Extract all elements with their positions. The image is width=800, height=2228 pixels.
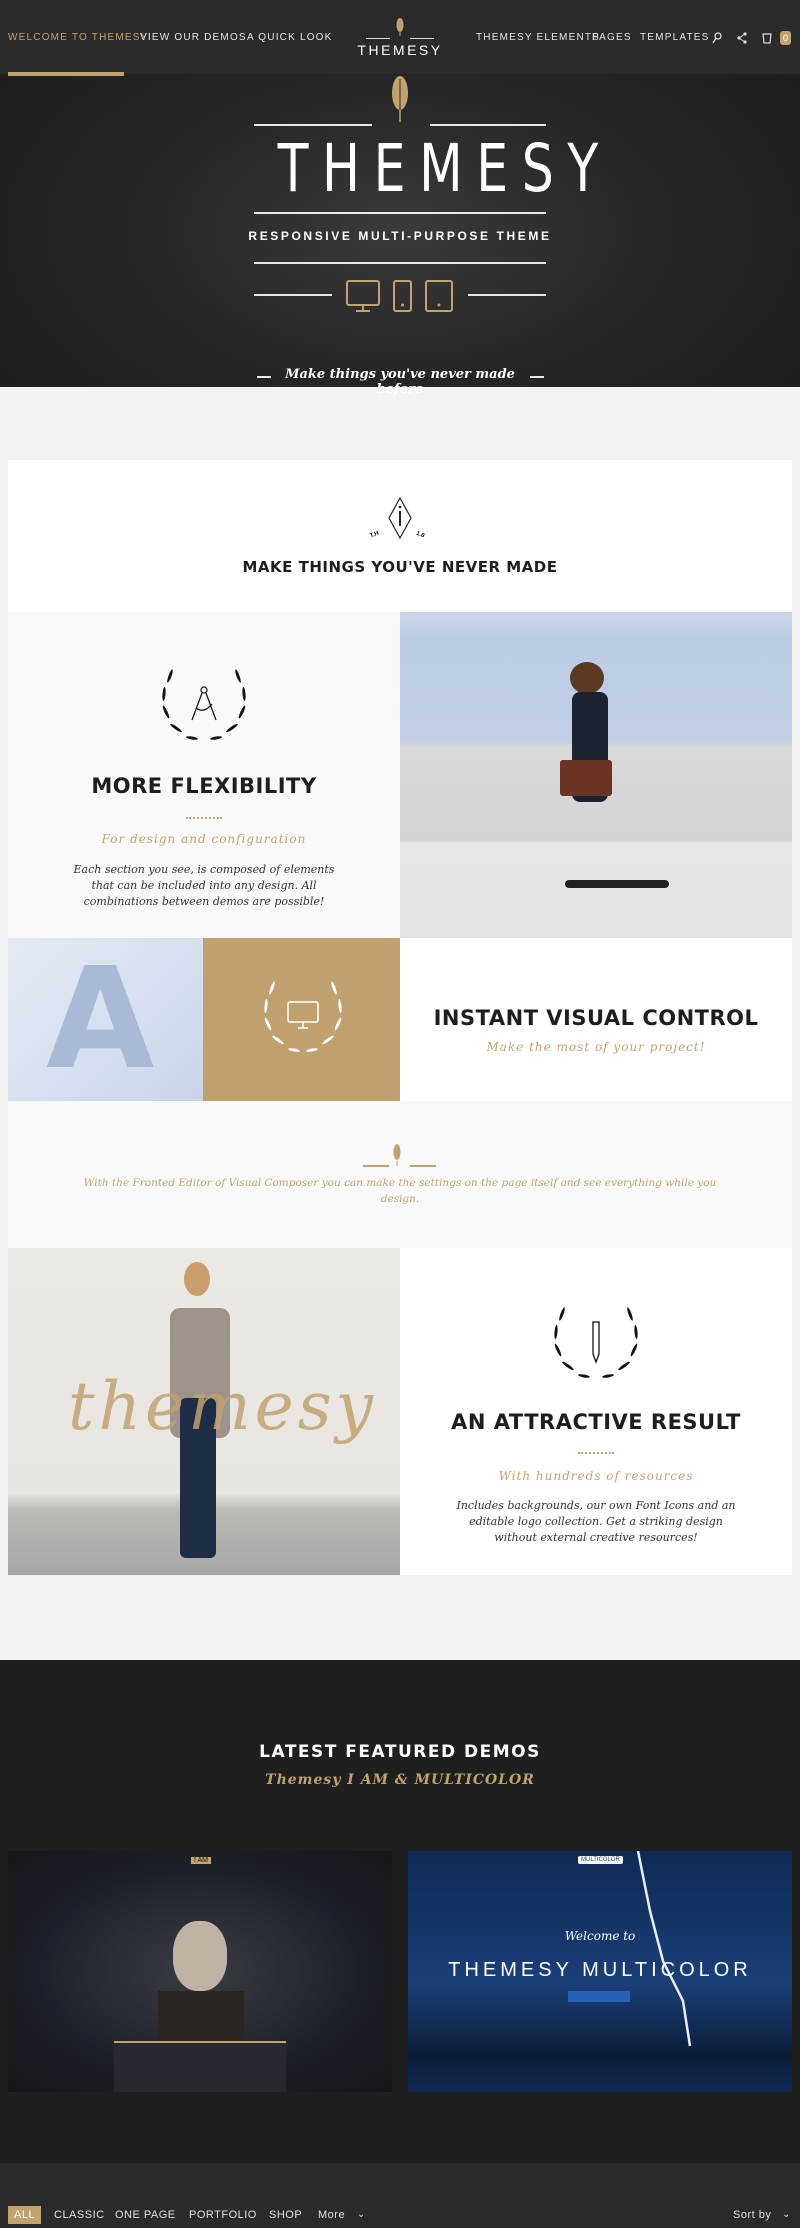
image-detail xyxy=(565,880,669,888)
demo1-logo: I AM xyxy=(191,1857,212,1864)
cart-icon[interactable] xyxy=(762,32,772,44)
divider xyxy=(410,38,434,39)
leaf-icon xyxy=(392,76,408,122)
nav-elements[interactable]: THEMESY ELEMENTS xyxy=(476,32,600,43)
woman-brick-wall-image: themesy xyxy=(8,1248,400,1575)
hero-tagline: Make things you've never made before xyxy=(285,367,515,397)
divider xyxy=(254,294,332,296)
demo2-logo: MULTICOLOR xyxy=(578,1856,623,1864)
visual-subtitle: Make the most of your project! xyxy=(486,1040,706,1054)
flexibility-text: Each section you see, is composed of ele… xyxy=(73,863,335,908)
divider xyxy=(410,1165,436,1167)
divider xyxy=(430,124,546,126)
filter-one-page[interactable]: ONE PAGE xyxy=(115,2209,176,2221)
filter-portfolio[interactable]: PORTFOLIO xyxy=(189,2209,257,2221)
image-detail xyxy=(570,662,604,694)
result-text: Includes backgrounds, our own Font Icons… xyxy=(456,1499,736,1544)
filter-shop[interactable]: SHOP xyxy=(269,2209,302,2221)
lightning-image xyxy=(636,1851,692,2047)
skateboarder-image xyxy=(400,612,792,938)
active-indicator xyxy=(8,72,124,76)
divider xyxy=(366,38,390,39)
hero-subtitle: RESPONSIVE MULTI-PURPOSE THEME xyxy=(248,229,552,243)
hero-title: THEMESY xyxy=(277,130,612,207)
divider xyxy=(254,124,372,126)
demo-card-i-am[interactable]: I AM xyxy=(8,1851,392,2092)
nav-pages[interactable]: PAGES xyxy=(592,32,632,43)
demos-title: LATEST FEATURED DEMOS xyxy=(259,1742,541,1762)
divider xyxy=(254,262,546,264)
flexibility-panel: MORE FLEXIBILITY For design and configur… xyxy=(8,612,400,938)
flexibility-title: MORE FLEXIBILITY xyxy=(91,774,317,798)
chevron-down-icon[interactable]: ⌄ xyxy=(782,2209,791,2220)
result-title: AN ATTRACTIVE RESULT xyxy=(451,1410,741,1434)
compass-laurel-icon xyxy=(162,669,246,740)
image-detail xyxy=(184,1262,210,1296)
result-subtitle: With hundreds of resources xyxy=(498,1469,694,1483)
featured-demos-section: LATEST FEATURED DEMOS Themesy I AM & MUL… xyxy=(0,1660,800,2163)
visual-icon-tile xyxy=(203,938,400,1101)
intro-card: T.H 1.0 MAKE THINGS YOU'VE NEVER MADE xyxy=(8,460,792,612)
monitor-laurel-icon xyxy=(264,981,342,1052)
nav-quick-look[interactable]: A QUICK LOOK xyxy=(247,32,333,43)
divider xyxy=(254,212,546,214)
nav-templates[interactable]: TEMPLATES xyxy=(640,32,710,43)
leaf-icon xyxy=(393,1144,401,1166)
demo2-button xyxy=(568,1991,630,2002)
share-icon[interactable] xyxy=(737,32,747,44)
logo-leaf-icon xyxy=(396,18,404,36)
divider xyxy=(530,376,544,378)
devices-icon xyxy=(346,280,453,312)
search-icon[interactable] xyxy=(712,32,722,44)
pencil-laurel-icon xyxy=(554,1307,638,1378)
visual-title: INSTANT VISUAL CONTROL xyxy=(433,1006,759,1030)
filter-more[interactable]: More xyxy=(318,2209,345,2221)
site-logo[interactable]: THEMESY xyxy=(350,42,450,58)
dots-divider xyxy=(578,1452,614,1454)
divider xyxy=(363,1165,389,1167)
image-watermark-text: themesy xyxy=(68,1368,377,1445)
nav-welcome[interactable]: WELCOME TO THEMESY xyxy=(8,32,149,43)
nav-demos[interactable]: VIEW OUR DEMOS xyxy=(140,32,247,43)
intro-heading: MAKE THINGS YOU'VE NEVER MADE xyxy=(242,558,558,576)
result-panel: AN ATTRACTIVE RESULT With hundreds of re… xyxy=(400,1248,792,1575)
image-detail xyxy=(173,1921,227,1991)
image-detail xyxy=(560,760,612,796)
demos-subtitle: Themesy I AM & MULTICOLOR xyxy=(265,1772,535,1788)
filter-all[interactable]: ALL xyxy=(8,2206,42,2224)
filter-classic[interactable]: CLASSIC xyxy=(54,2209,105,2221)
visual-control-panel: INSTANT VISUAL CONTROL Make the most of … xyxy=(400,938,792,1101)
image-detail: A xyxy=(46,938,155,1101)
quote-text: With the Fronted Editor of Visual Compos… xyxy=(83,1177,717,1205)
top-nav: WELCOME TO THEMESY VIEW OUR DEMOS A QUIC… xyxy=(0,0,800,76)
divider xyxy=(257,376,271,378)
image-detail xyxy=(114,2041,286,2092)
sort-by-dropdown[interactable]: Sort by xyxy=(733,2209,771,2221)
chevron-down-icon[interactable]: ⌄ xyxy=(357,2209,366,2220)
dots-divider xyxy=(186,817,222,819)
demo2-welcome: Welcome to xyxy=(564,1929,636,1943)
divider xyxy=(468,294,546,296)
flexibility-subtitle: For design and configuration xyxy=(101,832,307,846)
quote-section: With the Fronted Editor of Visual Compos… xyxy=(8,1101,792,1248)
demo-card-multicolor[interactable]: MULTICOLOR Welcome to THEMESY MULTICOLOR xyxy=(408,1851,792,2092)
cart-count-badge: 0 xyxy=(780,31,791,45)
demo2-title: THEMESY MULTICOLOR xyxy=(448,1959,752,1981)
letter-a-image: A xyxy=(8,938,203,1101)
